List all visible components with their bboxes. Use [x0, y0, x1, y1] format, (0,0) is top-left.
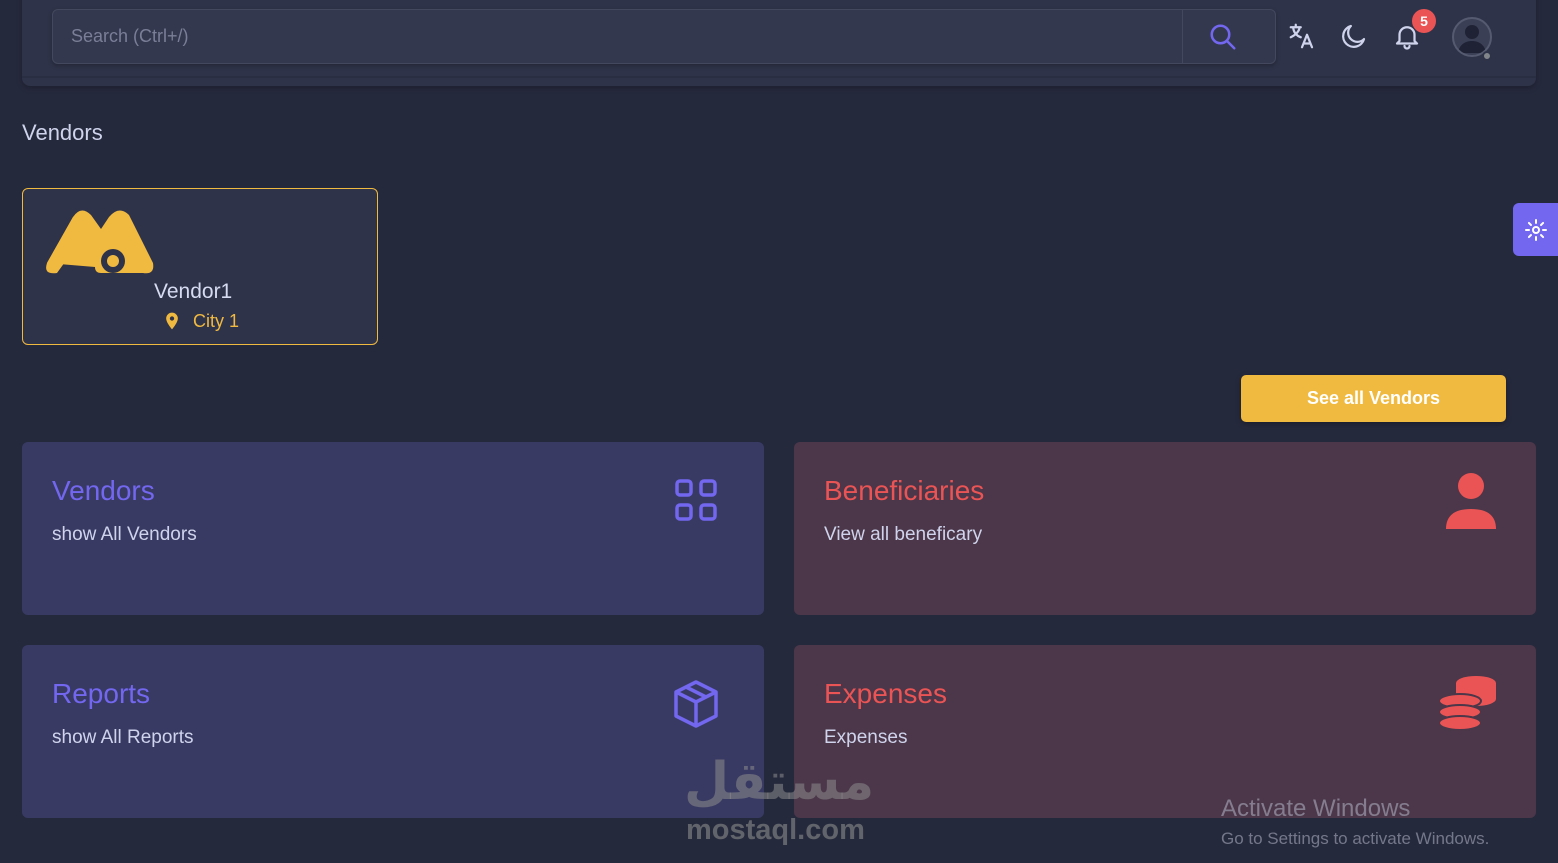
avatar-user-icon [1458, 25, 1486, 53]
watermark-latin: mostaql.com [686, 814, 865, 846]
search-input[interactable] [53, 10, 1183, 63]
coins-icon [1438, 676, 1496, 731]
box-icon [674, 680, 718, 728]
vendors-card-title: Vendors [52, 475, 155, 506]
windows-activation-title: Activate Windows [1221, 795, 1411, 822]
page-title: Vendors [22, 120, 103, 145]
vendor-logo-icon [46, 210, 154, 274]
language-button[interactable] [1284, 18, 1320, 54]
vendors-card[interactable]: Vendors show All Vendors [22, 442, 764, 615]
customizer-toggle-button[interactable] [1513, 203, 1558, 256]
reports-card[interactable]: Reports show All Reports [22, 645, 764, 818]
beneficiaries-card-title: Beneficiaries [824, 475, 985, 506]
watermark-arabic: مستقل [684, 752, 875, 812]
search-bar [52, 9, 1276, 64]
vendor-city: City 1 [193, 311, 240, 331]
avatar-status-dot [1482, 51, 1492, 61]
search-icon [1210, 24, 1236, 50]
translate-icon [1289, 23, 1314, 49]
user-icon [1446, 473, 1496, 529]
location-pin-icon [166, 312, 178, 330]
navbar-divider [22, 76, 1536, 78]
vendor-name: Vendor1 [154, 280, 233, 303]
gear-icon [1524, 218, 1547, 241]
search-button[interactable] [1193, 18, 1253, 56]
expenses-card-title: Expenses [824, 678, 947, 709]
vendors-card-subtitle: show All Vendors [52, 524, 197, 545]
reports-card-title: Reports [52, 678, 151, 709]
expenses-card[interactable]: Expenses Expenses [794, 645, 1536, 818]
windows-activation-subtitle: Go to Settings to activate Windows. [1221, 829, 1490, 848]
see-all-vendors-button[interactable]: See all Vendors [1241, 375, 1506, 422]
expenses-card-subtitle: Expenses [824, 727, 908, 748]
vendor-card[interactable]: Vendor1 City 1 [22, 188, 378, 345]
moon-icon [1342, 24, 1366, 48]
reports-card-subtitle: show All Reports [52, 727, 194, 748]
grid-icon [675, 479, 717, 521]
beneficiaries-card-subtitle: View all beneficary [824, 524, 983, 545]
beneficiaries-card[interactable]: Beneficiaries View all beneficary [794, 442, 1536, 615]
theme-toggle-button[interactable] [1336, 18, 1372, 54]
notification-badge: 5 [1412, 9, 1436, 33]
